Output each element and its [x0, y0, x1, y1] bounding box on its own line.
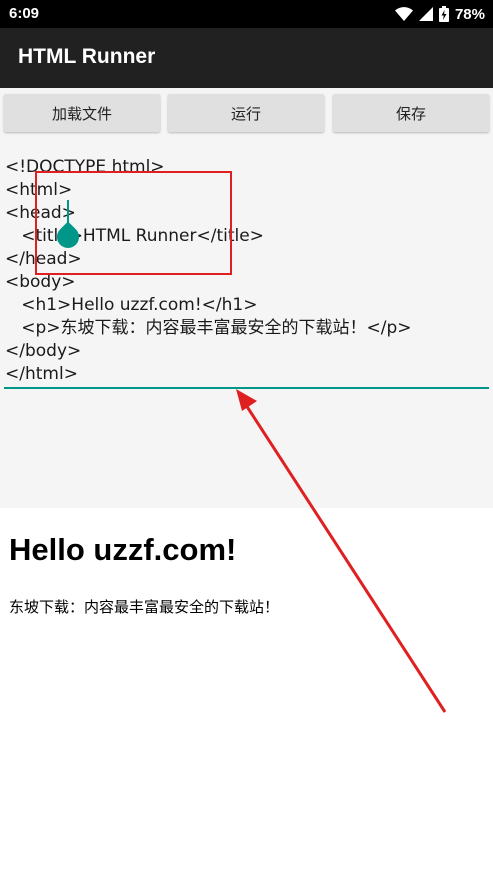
app-bar: HTML Runner	[0, 28, 493, 88]
code-line: <h1>Hello uzzf.com!</h1>	[5, 295, 258, 315]
battery-icon	[438, 6, 449, 22]
status-bar: 6:09 78%	[0, 0, 493, 28]
app-title: HTML Runner	[18, 45, 156, 68]
code-editor[interactable]: <!DOCTYPE html> <html> <head> <title>HTM…	[0, 136, 493, 508]
battery-percentage: 78%	[454, 5, 485, 23]
load-file-button[interactable]: 加载文件	[4, 94, 160, 132]
signal-icon	[418, 7, 433, 21]
toolbar: 加载文件 运行 保存	[0, 88, 493, 136]
code-line: </body>	[5, 341, 82, 361]
code-line: </html>	[5, 364, 78, 384]
wifi-icon	[394, 7, 413, 21]
status-icons: 78%	[394, 4, 485, 24]
annotation-highlight-box	[35, 171, 232, 275]
editor-focus-underline	[4, 387, 489, 389]
preview-pane: Hello uzzf.com! 东坡下载：内容最丰富最安全的下载站！	[0, 508, 493, 876]
status-time: 6:09	[9, 5, 40, 22]
save-button[interactable]: 保存	[333, 94, 489, 132]
preview-paragraph: 东坡下载：内容最丰富最安全的下载站！	[9, 598, 280, 616]
preview-heading: Hello uzzf.com!	[9, 532, 237, 567]
run-button[interactable]: 运行	[168, 94, 324, 132]
code-line: <p>东坡下载：内容最丰富最安全的下载站！</p>	[5, 318, 412, 338]
